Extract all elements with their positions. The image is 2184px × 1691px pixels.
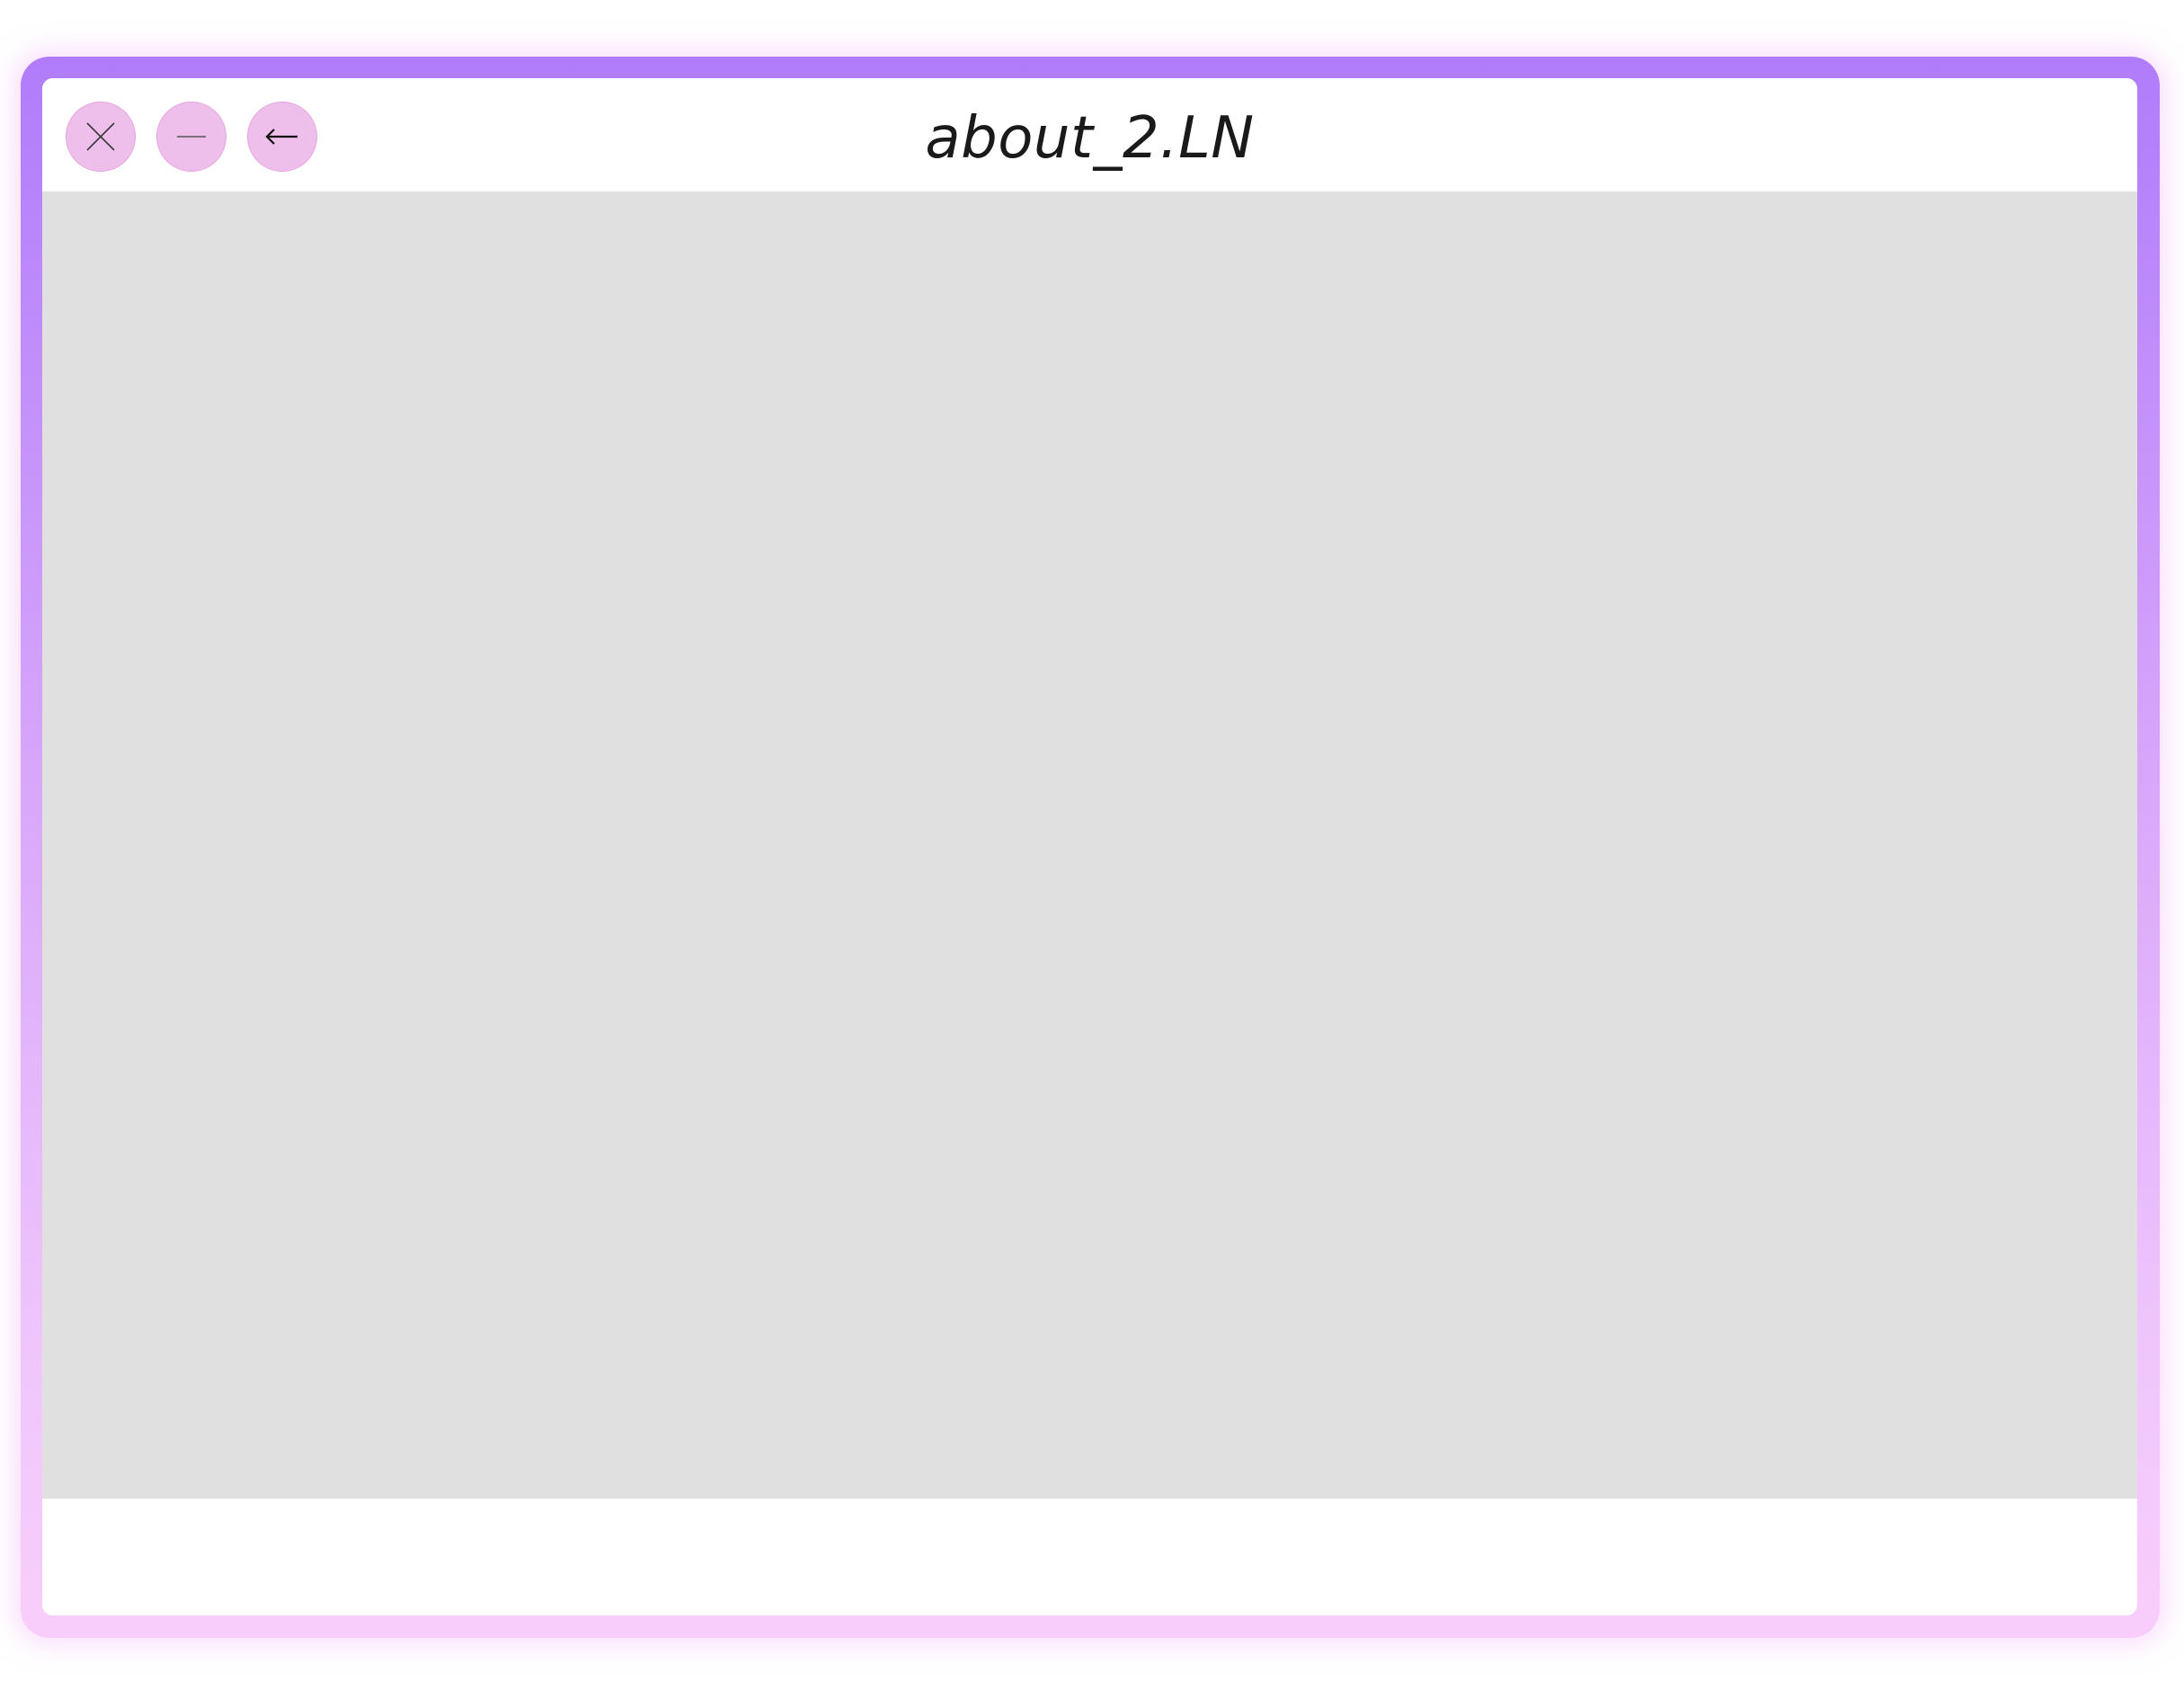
- window-title: about_2.LN: [925, 105, 1255, 172]
- app-window: about_2.LN: [21, 57, 2160, 1638]
- content-area[interactable]: [42, 191, 2137, 1499]
- title-bar[interactable]: about_2.LN: [42, 78, 2137, 191]
- window-body: about_2.LN: [42, 78, 2137, 1615]
- status-bar: [46, 1499, 2134, 1614]
